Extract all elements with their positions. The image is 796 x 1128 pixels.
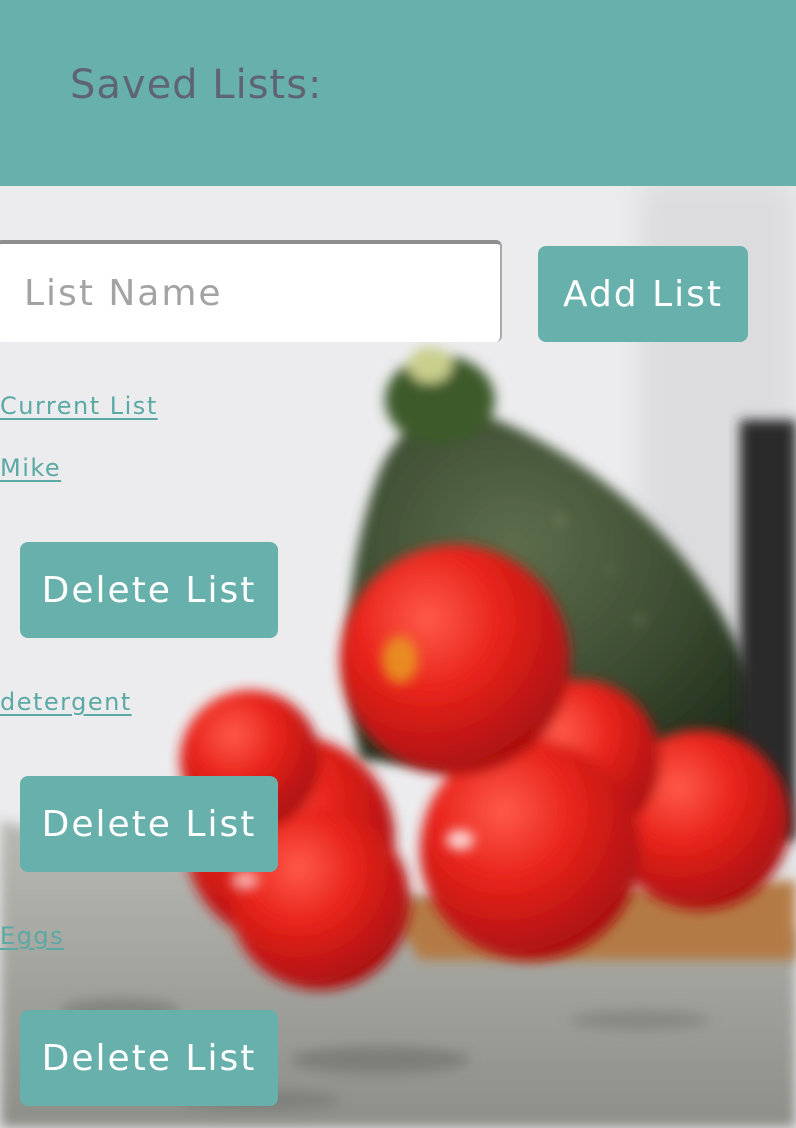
saved-list-link-eggs[interactable]: Eggs bbox=[0, 922, 64, 950]
delete-list-button-eggs[interactable]: Delete List bbox=[20, 1010, 278, 1106]
saved-list-link-detergent[interactable]: detergent bbox=[0, 688, 132, 716]
current-list-link[interactable]: Current List bbox=[0, 392, 158, 420]
page-title: Saved Lists: bbox=[70, 62, 323, 108]
saved-list-link-mike[interactable]: Mike bbox=[0, 454, 61, 482]
add-list-button[interactable]: Add List bbox=[538, 246, 748, 342]
header-bar: Saved Lists: bbox=[0, 0, 796, 186]
list-name-input[interactable] bbox=[0, 240, 502, 342]
delete-list-button-mike[interactable]: Delete List bbox=[20, 542, 278, 638]
delete-list-button-detergent[interactable]: Delete List bbox=[20, 776, 278, 872]
